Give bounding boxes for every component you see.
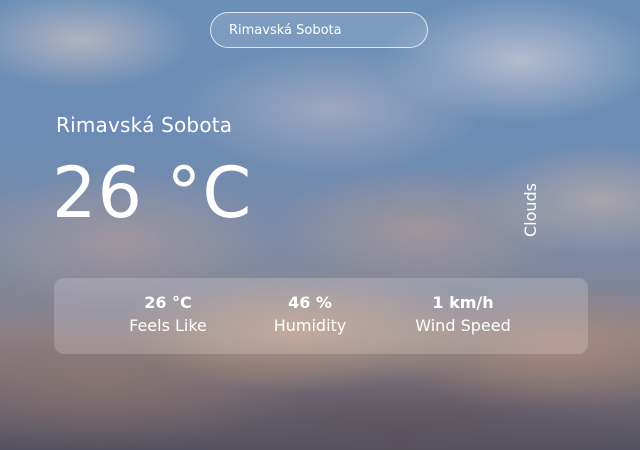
wind-speed-value: 1 km/h: [432, 293, 494, 312]
humidity-label: Humidity: [273, 316, 347, 335]
humidity-value: 46 %: [288, 293, 332, 312]
search-input[interactable]: [229, 22, 409, 38]
search-box[interactable]: [210, 12, 428, 48]
humidity-detail: 46 % Humidity: [260, 292, 360, 338]
weather-details-panel: 26 °C Feels Like 46 % Humidity 1 km/h Wi…: [54, 278, 588, 354]
weather-app: Rimavská Sobota 26 °C Clouds 26 °C Feels…: [0, 0, 640, 450]
current-temperature: 26 °C: [52, 152, 253, 234]
feels-like-value: 26 °C: [144, 293, 192, 312]
city-name: Rimavská Sobota: [56, 113, 233, 137]
wind-speed-label: Wind Speed: [415, 316, 511, 335]
feels-like-detail: 26 °C Feels Like: [114, 292, 222, 338]
wind-speed-detail: 1 km/h Wind Speed: [400, 292, 526, 338]
weather-condition: Clouds: [521, 182, 540, 238]
feels-like-label: Feels Like: [129, 316, 207, 335]
